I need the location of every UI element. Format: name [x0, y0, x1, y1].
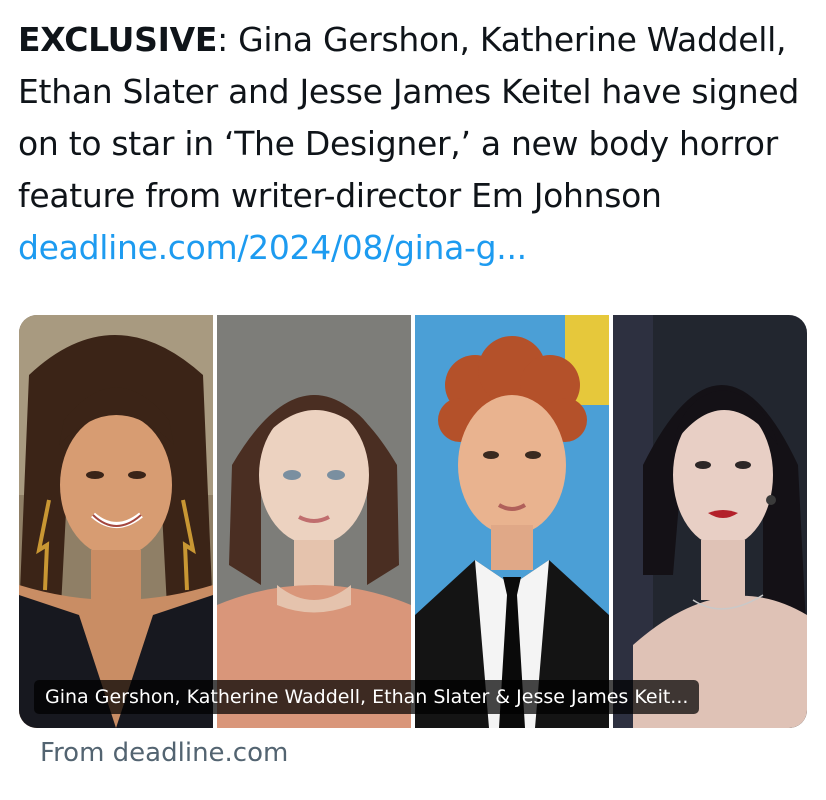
headshot-photo-3-image — [415, 315, 609, 728]
headshot-collage — [19, 315, 807, 728]
headshot-photo-3 — [415, 315, 609, 728]
card-caption: Gina Gershon, Katherine Waddell, Ethan S… — [34, 680, 700, 714]
tweet-lead: EXCLUSIVE — [18, 20, 218, 59]
tweet-separator: : — [217, 20, 228, 59]
headshot-photo-1 — [19, 315, 213, 728]
headshot-photo-2-image — [217, 315, 411, 728]
article-link[interactable]: deadline.com/2024/08/gina-g... — [18, 228, 527, 267]
link-source[interactable]: From deadline.com — [40, 738, 288, 768]
headshot-photo-2 — [217, 315, 411, 728]
link-preview-card[interactable]: Gina Gershon, Katherine Waddell, Ethan S… — [19, 315, 807, 728]
headshot-photo-1-image — [19, 315, 213, 728]
headshot-photo-4-image — [613, 315, 807, 728]
headshot-photo-4 — [613, 315, 807, 728]
tweet-text: EXCLUSIVE: Gina Gershon, Katherine Wadde… — [18, 14, 818, 274]
